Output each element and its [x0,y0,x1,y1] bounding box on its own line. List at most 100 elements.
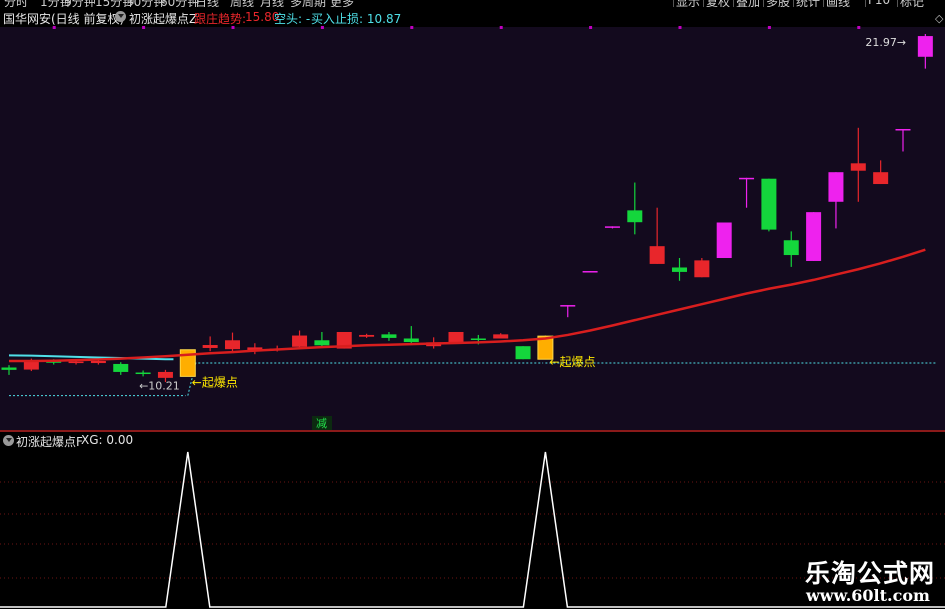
candle [672,258,687,281]
candle-body [716,222,732,259]
candle [359,333,375,338]
top-tick-marker [589,26,593,29]
top-tick-marker [678,26,682,29]
candle-body [560,305,576,307]
top-menu-item[interactable]: 显示 [676,0,700,7]
candle [895,128,911,152]
candle [806,212,822,261]
xg-signal-line [0,451,945,608]
top-tick-marker [410,26,414,29]
candle [604,226,620,229]
top-menu-item[interactable]: 复权 [706,0,730,7]
top-tick-marker [142,26,146,29]
top-menu-item[interactable]: F10 [868,0,890,7]
candle-body [292,335,308,347]
top-menu-separator [793,0,794,7]
candle [649,207,665,264]
candle-body [783,240,799,256]
zhuang-trend-line [9,248,926,363]
candle [873,160,889,185]
top-menu-separator [763,0,764,7]
candle [314,331,330,348]
candlestick-chart[interactable]: ◇ ←起爆点 ←起爆点 ←10.21 21.97→ 减 [0,7,945,430]
top-menu-item[interactable]: 标记 [900,0,924,7]
candle-body [917,36,933,57]
candle-body [873,172,889,185]
top-menu-item[interactable]: 分时 [4,0,28,7]
candle [247,343,263,355]
candle-body [403,338,419,343]
candle-body [359,334,375,337]
top-tick-marker [857,26,861,29]
top-menu-item[interactable]: 月线 [260,0,284,7]
top-tick-marker [499,26,503,29]
candle-body [135,372,151,375]
candle-body [90,360,106,364]
top-menu-item[interactable]: 叠加 [736,0,760,7]
candle [716,222,732,259]
candle-body [761,178,777,230]
candle-body [470,338,486,340]
top-menu-item[interactable]: 更多 [330,0,354,7]
candle-body [828,172,844,202]
candle-body [806,212,822,261]
candle [381,331,397,341]
top-tick-marker [52,26,56,29]
candle-body [850,163,866,171]
top-menu-item[interactable]: 统计 [796,0,820,7]
signal-label-1: ←起爆点 [192,376,238,390]
buy-stop-dashed-line [187,362,544,396]
candle [627,182,643,235]
sub-chart-panel[interactable]: 初涨起爆点F XG: 0.00 [0,432,945,609]
candle [292,330,308,349]
xg-value: XG: 0.00 [81,433,134,447]
top-menu-separator [897,0,898,7]
top-menu-item[interactable]: 日线 [195,0,219,7]
top-menu-separator [865,0,866,7]
low-price-label: ←10.21 [139,380,180,393]
high-price-label: 21.97→ [865,36,906,49]
top-menu-separator [673,0,674,7]
candle [917,34,933,69]
candle-body [113,363,129,372]
candle [135,370,151,377]
candle-body [1,367,17,370]
candle-body [202,345,218,348]
candle-body [157,371,173,378]
top-tick-marker [231,26,235,29]
candle [515,346,531,360]
candle [202,336,218,352]
top-menu-item[interactable]: 5分钟 [64,0,96,7]
candle [828,172,844,229]
top-menu-item[interactable]: 多股 [766,0,790,7]
top-menu-item[interactable]: 画线 [826,0,850,7]
candle-body [604,226,620,228]
candle [493,333,509,339]
candle-body [515,346,531,360]
candle-body [694,260,710,278]
main-chart-panel[interactable]: 国华网安(日线 前复权) 初涨起爆点Z 跟庄趋势: 15.80 空头: - 买入… [0,7,945,430]
top-menu-separator [733,0,734,7]
candle-body [225,340,240,350]
candle [783,231,799,267]
candle-body [314,340,330,346]
candle [850,127,866,202]
top-tick-marker [320,26,324,29]
candle [225,332,240,352]
signal-label-2: ←起爆点 [549,355,595,369]
top-menu-separator [703,0,704,7]
candle [1,365,17,375]
candle [582,271,598,273]
xg-indicator-chart [0,451,945,608]
candle [448,331,464,343]
sub-indicator-dropdown-icon[interactable] [3,435,14,446]
jian-marker: 减 [316,417,327,430]
top-menu-item[interactable]: 周线 [230,0,254,7]
candle [113,362,129,375]
candle [694,258,710,278]
top-menu-item[interactable]: 多周期 [290,0,326,7]
sub-indicator-name[interactable]: 初涨起爆点F [16,433,83,450]
top-menu-item[interactable]: 60分钟 [160,0,199,7]
top-menu-bar: 分时 1分钟 5分钟 15分钟 30分钟 60分钟 日线 周线 月线 多周期 更多 显示 复权 叠加 多股统… [0,0,945,7]
candle [403,326,419,344]
